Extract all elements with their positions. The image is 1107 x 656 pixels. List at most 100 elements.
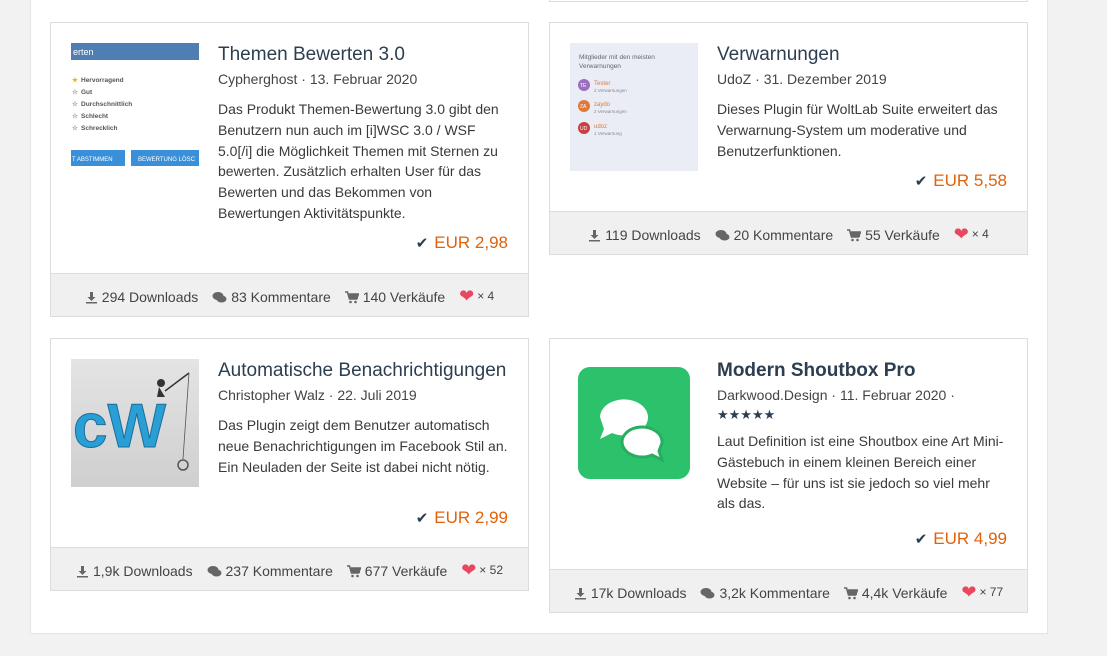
product-date: 13. Februar 2020 bbox=[309, 71, 418, 87]
product-meta: Darkwood.Design · 11. Februar 2020 · bbox=[717, 387, 955, 403]
product-title[interactable]: Modern Shoutbox Pro bbox=[717, 359, 1009, 383]
cart-icon bbox=[847, 228, 862, 241]
cart-icon bbox=[344, 290, 360, 303]
product-author[interactable]: Darkwood.Design bbox=[717, 387, 828, 403]
comments-stat: 237 Kommentare bbox=[207, 563, 333, 579]
product-author[interactable]: Christopher Walz bbox=[218, 387, 325, 403]
product-thumbnail[interactable]: Mitglieder mit den meisten Verwarnungen … bbox=[570, 43, 698, 171]
cart-icon bbox=[346, 564, 362, 577]
check-icon: ✔ bbox=[914, 173, 928, 190]
thumb-button: BEWERTUNG LÖSC bbox=[138, 156, 196, 163]
thumb-button: T ABSTIMMEN bbox=[72, 157, 113, 163]
product-title[interactable]: Verwarnungen bbox=[717, 43, 1009, 67]
product-card: cW Automatische Benachrichtigungen Chris… bbox=[50, 338, 529, 591]
sales-stat: 4,4k Verkäufe bbox=[843, 585, 947, 601]
comments-stat: 3,2k Kommentare bbox=[700, 585, 830, 601]
product-description: Das Plugin zeigt dem Benutzer automatisc… bbox=[218, 417, 508, 475]
product-price: ✔ EUR 2,98 bbox=[415, 233, 508, 252]
product-date: 31. Dezember 2019 bbox=[763, 71, 887, 87]
check-icon: ✔ bbox=[914, 531, 928, 548]
downloads-stat: 119 Downloads bbox=[588, 227, 701, 243]
comments-icon bbox=[207, 565, 221, 576]
svg-text:☆: ☆ bbox=[72, 112, 79, 120]
svg-text:☆: ☆ bbox=[72, 124, 79, 132]
download-icon bbox=[76, 565, 88, 577]
product-card: Modern Shoutbox Pro Darkwood.Design · 11… bbox=[549, 338, 1028, 613]
svg-text:UD: UD bbox=[580, 126, 588, 132]
likes-stat[interactable]: ❤ × 52 bbox=[461, 560, 503, 581]
downloads-stat: 1,9k Downloads bbox=[76, 563, 193, 579]
rating-screenshot-image: erten ★ Hervorragend ☆ Gut ☆ Durchschnit… bbox=[71, 43, 199, 166]
product-description: Dieses Plugin für WoltLab Suite erweiter… bbox=[717, 101, 998, 159]
sales-stat: 55 Verkäufe bbox=[847, 227, 940, 243]
cart-icon bbox=[843, 586, 859, 599]
card-footer: 294 Downloads 83 Kommentare 140 Verkäufe… bbox=[51, 273, 528, 316]
download-icon bbox=[589, 229, 601, 241]
product-date: 11. Februar 2020 bbox=[839, 387, 947, 403]
svg-text:☆: ☆ bbox=[72, 88, 79, 96]
product-price: ✔ EUR 5,58 bbox=[914, 171, 1007, 190]
likes-stat[interactable]: ❤ × 4 bbox=[459, 286, 494, 307]
downloads-stat: 294 Downloads bbox=[85, 289, 198, 305]
product-card: erten ★ Hervorragend ☆ Gut ☆ Durchschnit… bbox=[50, 22, 529, 317]
product-thumbnail[interactable]: cW bbox=[71, 359, 199, 487]
check-icon: ✔ bbox=[415, 510, 429, 527]
product-meta: Cypherghost · 13. Februar 2020 bbox=[218, 71, 418, 87]
thumb-header: erten bbox=[73, 47, 94, 57]
likes-stat[interactable]: ❤ × 77 bbox=[961, 582, 1003, 603]
thumb-option: Schrecklich bbox=[81, 125, 118, 132]
product-description: Laut Definition ist eine Shoutbox eine A… bbox=[717, 433, 1004, 512]
heart-icon: ❤ bbox=[459, 286, 475, 306]
svg-text:2 Verwarnungen: 2 Verwarnungen bbox=[594, 109, 627, 114]
cw-logo-image: cW bbox=[71, 359, 199, 487]
product-price: ✔ EUR 4,99 bbox=[914, 529, 1007, 548]
previous-card-edge bbox=[549, 0, 1028, 2]
cw-logo-text: cW bbox=[73, 392, 166, 461]
comments-stat: 83 Kommentare bbox=[212, 289, 331, 305]
svg-text:zaydo: zaydo bbox=[594, 102, 611, 108]
product-description: Das Produkt Themen-Bewertung 3.0 gibt de… bbox=[218, 101, 499, 221]
product-author[interactable]: Cypherghost bbox=[218, 71, 297, 87]
card-footer: 119 Downloads 20 Kommentare 55 Verkäufe … bbox=[550, 211, 1027, 254]
product-author[interactable]: UdoZ bbox=[717, 71, 751, 87]
thumb-option: Hervorragend bbox=[81, 77, 124, 84]
thumb-header: Mitglieder mit den meisten bbox=[579, 54, 655, 61]
comments-icon bbox=[715, 229, 730, 240]
svg-text:☆: ☆ bbox=[72, 100, 79, 108]
thumb-header: Verwarnungen bbox=[579, 63, 621, 70]
product-date: 22. Juli 2019 bbox=[337, 387, 417, 403]
svg-text:★: ★ bbox=[72, 76, 79, 84]
svg-text:udoz: udoz bbox=[594, 124, 607, 130]
svg-text:Tester: Tester bbox=[594, 81, 610, 87]
product-title[interactable]: Automatische Benachrichtigungen bbox=[218, 359, 510, 383]
product-thumbnail[interactable] bbox=[570, 359, 698, 487]
comments-icon bbox=[212, 291, 227, 302]
svg-text:1 Verwarnung: 1 Verwarnung bbox=[594, 131, 622, 136]
comments-stat: 20 Kommentare bbox=[715, 227, 833, 243]
comments-icon bbox=[700, 587, 715, 598]
shoutbox-app-icon bbox=[578, 367, 690, 479]
heart-icon: ❤ bbox=[961, 582, 977, 602]
rating-stars: ★★★★★ bbox=[717, 407, 776, 422]
svg-text:TE: TE bbox=[580, 83, 587, 89]
card-footer: 1,9k Downloads 237 Kommentare 677 Verkäu… bbox=[51, 547, 528, 590]
svg-text:ZA: ZA bbox=[580, 104, 587, 110]
thumb-option: Durchschnittlich bbox=[81, 101, 132, 108]
likes-stat[interactable]: ❤ × 4 bbox=[954, 224, 989, 245]
product-card: Mitglieder mit den meisten Verwarnungen … bbox=[549, 22, 1028, 255]
sales-stat: 140 Verkäufe bbox=[344, 289, 445, 305]
download-icon bbox=[574, 587, 586, 599]
product-title[interactable]: Themen Bewerten 3.0 bbox=[218, 43, 510, 67]
check-icon: ✔ bbox=[415, 235, 429, 252]
product-meta: Christopher Walz · 22. Juli 2019 bbox=[218, 387, 417, 403]
heart-icon: ❤ bbox=[461, 560, 477, 580]
card-footer: 17k Downloads 3,2k Kommentare 4,4k Verkä… bbox=[550, 569, 1027, 612]
download-icon bbox=[85, 291, 97, 303]
sales-stat: 677 Verkäufe bbox=[346, 563, 447, 579]
svg-text:2 Verwarnungen: 2 Verwarnungen bbox=[594, 88, 627, 93]
product-thumbnail[interactable]: erten ★ Hervorragend ☆ Gut ☆ Durchschnit… bbox=[71, 43, 199, 171]
thumb-option: Schlecht bbox=[81, 113, 109, 120]
product-meta: UdoZ · 31. Dezember 2019 bbox=[717, 71, 887, 87]
product-price: ✔ EUR 2,99 bbox=[415, 508, 508, 527]
heart-icon: ❤ bbox=[953, 224, 969, 244]
